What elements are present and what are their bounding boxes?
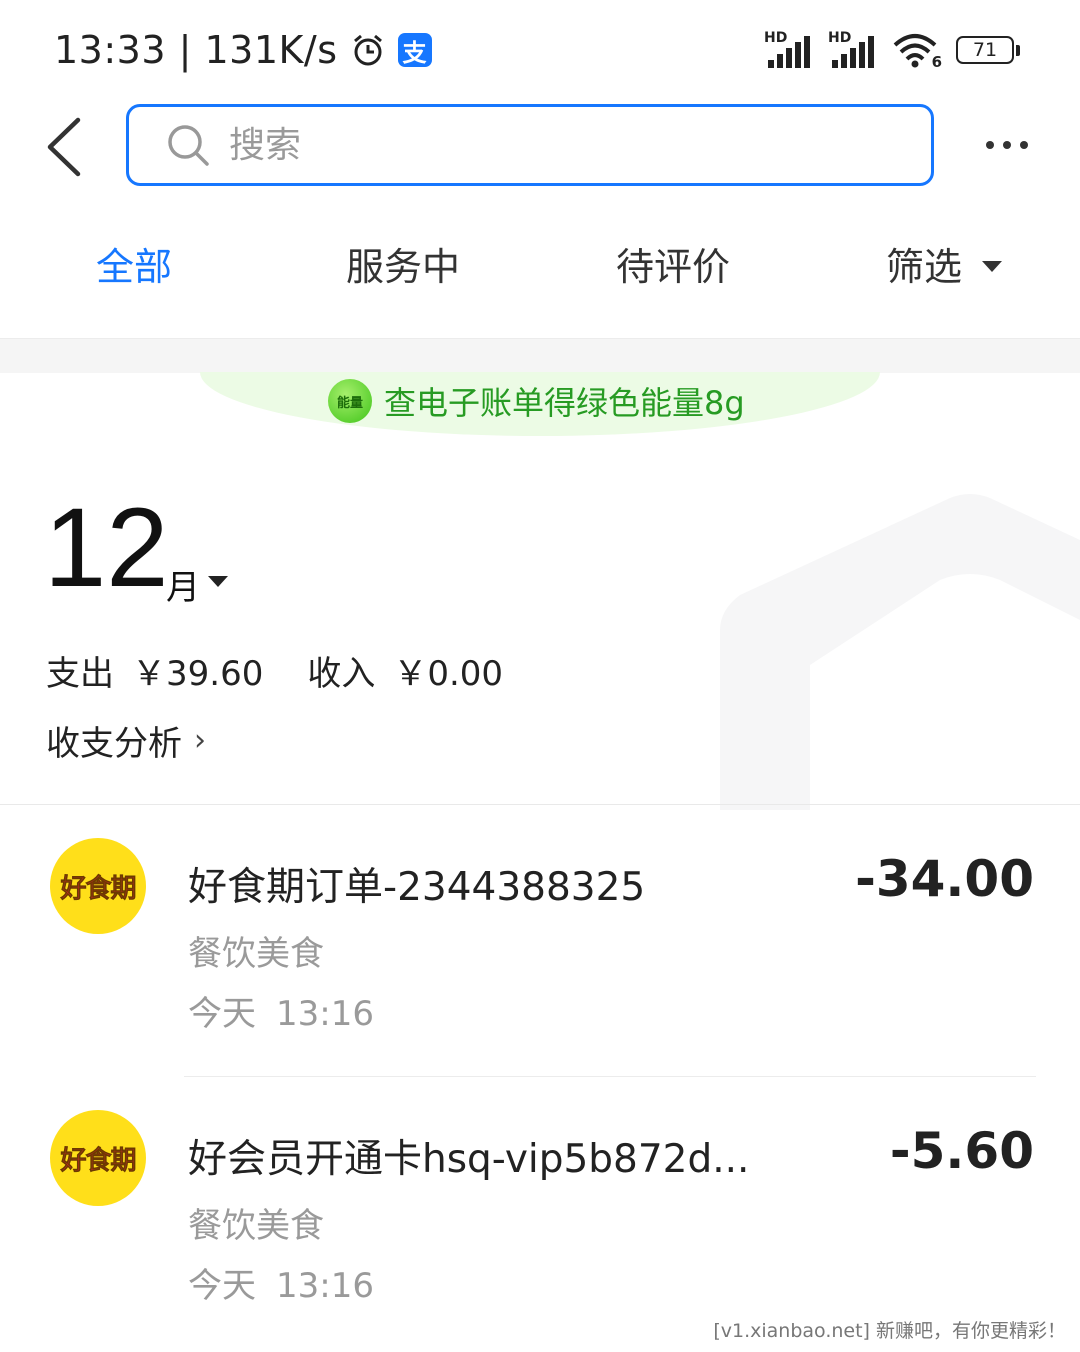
battery-level: 71 — [972, 39, 998, 61]
transaction-row[interactable]: 好食期 好会员开通卡hsq-vip5b872d... -5.60 餐饮美食 今天… — [0, 1092, 1080, 1352]
month-selector[interactable]: 月 — [166, 560, 200, 609]
merchant-logo-text: 好食期 — [60, 873, 137, 904]
section-band — [0, 338, 1080, 373]
analysis-link-label: 收支分析 — [46, 724, 182, 764]
filter-button[interactable]: 筛选 — [886, 236, 1003, 291]
income-summary: 收入 ￥0.00 — [307, 646, 503, 695]
expense-summary: 支出 ￥39.60 — [46, 646, 263, 695]
status-time: 13:33 | 131K/s — [54, 28, 338, 72]
transaction-amount: -34.00 — [855, 850, 1034, 908]
search-input[interactable] — [227, 123, 831, 167]
caret-down-icon[interactable] — [208, 576, 228, 587]
merchant-logo: 好食期 — [50, 1110, 146, 1206]
signal-icon: HD — [828, 30, 878, 70]
tab-pending-review[interactable]: 待评价 — [616, 236, 730, 291]
search-icon — [168, 125, 209, 166]
transaction-title: 好会员开通卡hsq-vip5b872d... — [188, 1137, 750, 1182]
income-value: ￥0.00 — [393, 654, 504, 694]
energy-banner[interactable]: 能量 查电子账单得绿色能量8g — [328, 378, 745, 424]
transaction-category: 餐饮美食 — [188, 1206, 324, 1246]
energy-banner-text: 查电子账单得绿色能量8g — [384, 384, 745, 422]
back-arrow-icon[interactable] — [38, 112, 98, 182]
filter-label: 筛选 — [886, 245, 963, 289]
divider — [184, 1076, 1036, 1077]
battery-icon: 71 — [956, 36, 1020, 64]
transaction-time: 今天 13:16 — [188, 1258, 374, 1307]
alipay-app-icon: 支 — [397, 33, 432, 67]
merchant-logo: 好食期 — [50, 838, 146, 934]
transaction-amount: -5.60 — [889, 1122, 1034, 1180]
income-label: 收入 — [307, 654, 376, 694]
green-energy-icon: 能量 — [328, 379, 372, 423]
caret-down-icon — [982, 261, 1003, 272]
alarm-icon — [353, 34, 382, 66]
search-box[interactable] — [126, 104, 934, 186]
merchant-logo-text: 好食期 — [60, 1145, 137, 1176]
signal-icon: HD — [764, 30, 814, 70]
more-options-icon[interactable] — [986, 128, 1046, 162]
transaction-category: 餐饮美食 — [188, 934, 324, 974]
status-right: HD HD 6 71 — [764, 30, 1020, 71]
footer-watermark: [v1.xianbao.net] 新赚吧，有你更精彩！ — [713, 1320, 1066, 1342]
expense-value: ￥39.60 — [132, 654, 264, 694]
monthly-summary: 支出 ￥39.60 收入 ￥0.00 — [46, 646, 547, 695]
transaction-row[interactable]: 好食期 好食期订单-2344388325 -34.00 餐饮美食 今天 13:16 — [0, 820, 1080, 1080]
tab-in-service[interactable]: 服务中 — [346, 236, 460, 291]
tab-all[interactable]: 全部 — [96, 236, 172, 291]
divider — [0, 804, 1080, 805]
energy-icon-label: 能量 — [336, 395, 363, 411]
chevron-right-icon: › — [194, 723, 206, 758]
transaction-clock: 13:16 — [276, 994, 374, 1034]
expense-label: 支出 — [46, 654, 114, 694]
transaction-title: 好食期订单-2344388325 — [188, 865, 646, 910]
transaction-time: 今天 13:16 — [188, 986, 374, 1035]
status-left: 13:33 | 131K/s 支 — [54, 28, 432, 72]
income-expense-analysis-link[interactable]: 收支分析 › — [46, 716, 206, 765]
decorative-shape — [720, 494, 1080, 810]
wifi-icon: 6 — [892, 31, 942, 71]
tab-bar: 全部 服务中 待评价 筛选 — [0, 236, 1080, 316]
month-number: 12 — [44, 485, 169, 610]
status-bar: 13:33 | 131K/s 支 HD HD 6 71 — [0, 0, 1080, 100]
transaction-day: 今天 — [188, 994, 256, 1034]
transaction-day: 今天 — [188, 1266, 256, 1306]
wifi-label: 6 — [931, 53, 942, 71]
transaction-clock: 13:16 — [276, 1266, 374, 1306]
